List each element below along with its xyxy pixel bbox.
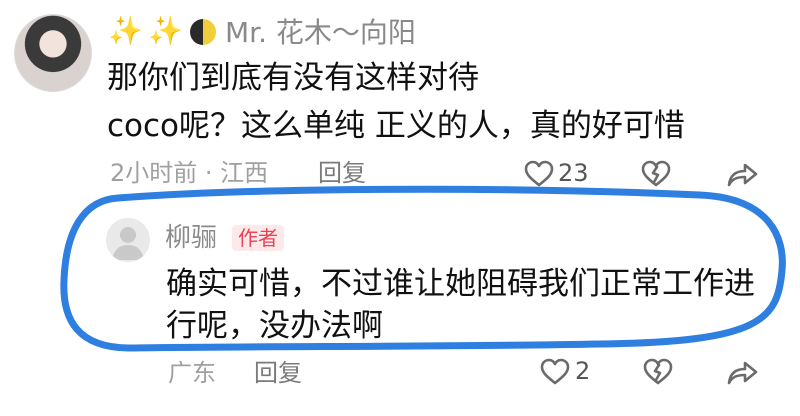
default-avatar-icon[interactable] (106, 218, 150, 262)
dislike-heart-icon[interactable] (643, 358, 673, 386)
reply-text-line2: 行呢，没办法啊 (166, 308, 383, 344)
reply-reply-button[interactable]: 回复 (254, 358, 302, 388)
highlight-outline (60, 185, 786, 352)
author-badge: 作者 (232, 225, 284, 251)
reply-username[interactable]: 柳骊 (165, 222, 217, 254)
reply-location: 广东 (168, 359, 216, 387)
share-icon[interactable] (727, 360, 759, 386)
reply-text-line1: 确实可惜，不过谁让她阻碍我们正常工作进 (166, 266, 755, 302)
heart-icon[interactable] (540, 358, 570, 386)
reply-like-count: 2 (575, 357, 591, 385)
